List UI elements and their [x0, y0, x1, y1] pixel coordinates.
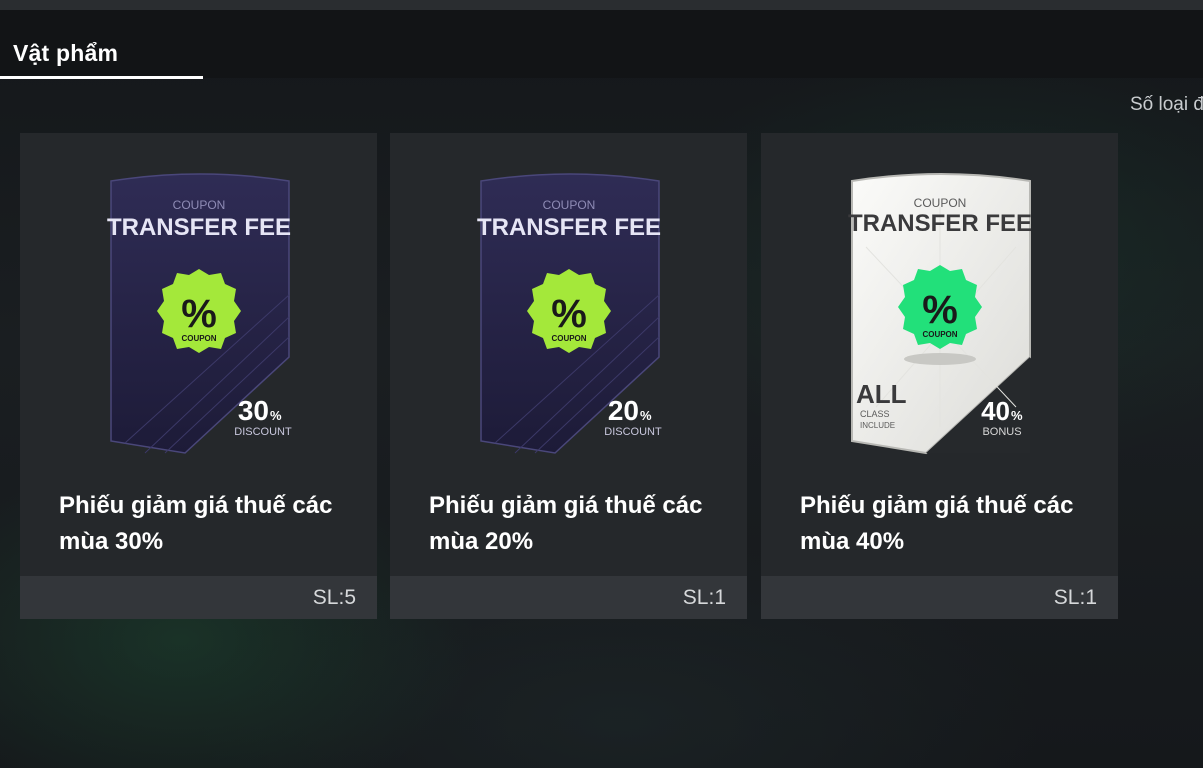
- coupon-left-small-2: INCLUDE: [860, 421, 895, 430]
- item-title: Phiếu giảm giá thuế các mùa 30%: [59, 492, 333, 555]
- item-card[interactable]: COUPON TRANSFER FEE % COUPON 20 % DISCOU…: [390, 133, 747, 619]
- item-quantity: SL:5: [312, 586, 356, 609]
- coupon-card-image: COUPON TRANSFER FEE % COUPON ALL CLASS I…: [848, 173, 1032, 455]
- badge-text: COUPON: [922, 330, 957, 339]
- coupon-card-image: COUPON TRANSFER FEE % COUPON 20 % DISCOU…: [477, 173, 662, 454]
- top-strip: [0, 0, 1203, 10]
- badge-percent-symbol: %: [181, 292, 217, 336]
- header-bar: Vật phẩm: [0, 10, 1203, 80]
- badge-percent-symbol: %: [551, 292, 587, 336]
- item-title: Phiếu giảm giá thuế các mùa 20%: [429, 492, 703, 555]
- coupon-left-small-1: CLASS: [860, 409, 890, 419]
- quantity-bar: SL:5: [20, 576, 377, 619]
- item-title: Phiếu giảm giá thuế các mùa 40%: [800, 492, 1074, 555]
- coupon-art: COUPON TRANSFER FEE % COUPON ALL CLASS I…: [761, 133, 1118, 473]
- coupon-caption: COUPON: [173, 198, 226, 212]
- coupon-value: 20: [608, 395, 639, 426]
- coupon-heading: TRANSFER FEE: [477, 214, 661, 241]
- tab-active-indicator: [0, 76, 203, 79]
- coupon-card-image: COUPON TRANSFER FEE % COUPON 30 % DISCOU…: [107, 173, 292, 454]
- coupon-sub: DISCOUNT: [234, 426, 292, 438]
- coupon-heading: TRANSFER FEE: [848, 210, 1032, 237]
- coupon-unit: %: [1011, 408, 1023, 423]
- item-quantity: SL:1: [1053, 586, 1097, 609]
- coupon-art: COUPON TRANSFER FEE % COUPON 20 % DISCOU…: [390, 133, 747, 473]
- badge-text: COUPON: [551, 334, 586, 343]
- coupon-caption: COUPON: [914, 196, 967, 210]
- quantity-bar: SL:1: [761, 576, 1118, 619]
- coupon-caption: COUPON: [543, 198, 596, 212]
- tab-items[interactable]: Vật phẩm: [0, 20, 203, 80]
- item-card[interactable]: COUPON TRANSFER FEE % COUPON 30 % DISCOU…: [20, 133, 377, 619]
- item-card[interactable]: COUPON TRANSFER FEE % COUPON ALL CLASS I…: [761, 133, 1118, 619]
- coupon-heading: TRANSFER FEE: [107, 214, 291, 241]
- item-type-count-label: Số loại đ: [1130, 94, 1203, 115]
- coupon-left-big: ALL: [856, 379, 907, 409]
- coupon-sub: DISCOUNT: [604, 426, 662, 438]
- badge-percent-symbol: %: [922, 288, 958, 332]
- badge-text: COUPON: [181, 334, 216, 343]
- coupon-value: 30: [238, 395, 269, 426]
- coupon-value: 40: [981, 396, 1010, 426]
- tab-label: Vật phẩm: [13, 40, 119, 66]
- coupon-unit: %: [270, 408, 282, 423]
- coupon-unit: %: [640, 408, 652, 423]
- coupon-art: COUPON TRANSFER FEE % COUPON 30 % DISCOU…: [20, 133, 377, 473]
- quantity-bar: SL:1: [390, 576, 747, 619]
- coupon-sub: BONUS: [982, 426, 1021, 438]
- item-quantity: SL:1: [682, 586, 726, 609]
